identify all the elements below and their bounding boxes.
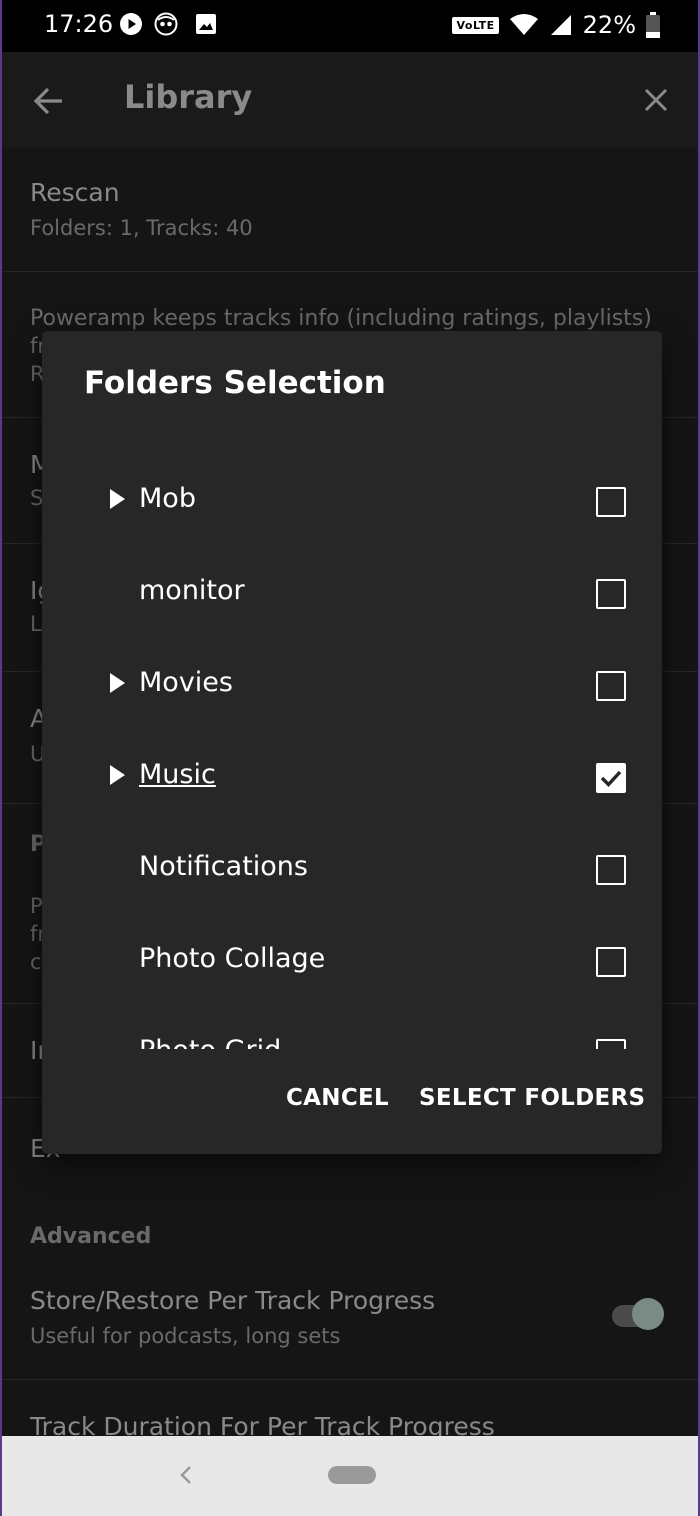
folder-checkbox[interactable]: [596, 947, 626, 977]
volte-badge: VoLTE: [452, 16, 499, 34]
folder-name[interactable]: Notifications: [139, 851, 308, 882]
folder-row[interactable]: Notifications: [42, 823, 662, 915]
status-bar: 17:26 VoLTE 22%: [2, 0, 698, 52]
folder-row[interactable]: monitor: [42, 547, 662, 639]
section-header-advanced: Advanced: [30, 1224, 152, 1249]
pref-title: Rescan: [30, 178, 120, 207]
folder-name[interactable]: Movies: [139, 667, 233, 698]
dialog-actions: CANCEL SELECT FOLDERS: [42, 1071, 662, 1131]
folder-checkbox[interactable]: [596, 579, 626, 609]
battery-percent: 22%: [582, 11, 636, 39]
pref-title: Store/Restore Per Track Progress: [30, 1286, 436, 1315]
app-notification-icon: [154, 12, 178, 36]
pref-description: P: [30, 894, 43, 918]
dialog-title: Folders Selection: [84, 365, 386, 401]
folder-row[interactable]: Music: [42, 731, 662, 823]
pref-rescan[interactable]: Rescan Folders: 1, Tracks: 40: [2, 148, 698, 272]
folder-name[interactable]: monitor: [139, 575, 245, 606]
folders-selection-dialog: Folders Selection Mob monitor Movies Music N…: [42, 331, 662, 1154]
pref-subtitle: Folders: 1, Tracks: 40: [30, 216, 253, 240]
folder-row[interactable]: Mob: [42, 455, 662, 547]
folder-row[interactable]: Photo Grid: [42, 1007, 662, 1049]
image-icon: [196, 14, 216, 34]
status-time: 17:26: [44, 10, 114, 38]
folder-checkbox[interactable]: [596, 487, 626, 517]
checkmark-icon: [600, 770, 622, 787]
nav-home-pill[interactable]: [328, 1466, 376, 1484]
pref-store-restore[interactable]: Store/Restore Per Track Progress Useful …: [2, 1262, 698, 1380]
cancel-button[interactable]: CANCEL: [286, 1085, 389, 1111]
folder-checkbox[interactable]: [596, 855, 626, 885]
folder-name[interactable]: Music: [139, 759, 216, 790]
nav-back-icon[interactable]: [178, 1464, 194, 1486]
pref-subtitle: Useful for podcasts, long sets: [30, 1324, 341, 1348]
expand-arrow-icon[interactable]: [110, 673, 125, 693]
play-icon: [120, 13, 142, 35]
status-right-group: VoLTE 22%: [452, 10, 660, 40]
folder-row[interactable]: Photo Collage: [42, 915, 662, 1007]
folder-name[interactable]: Mob: [139, 483, 196, 514]
progress-toggle[interactable]: [612, 1298, 664, 1330]
folder-name[interactable]: Photo Collage: [139, 943, 325, 974]
expand-arrow-icon[interactable]: [110, 765, 125, 785]
pref-subtitle: L: [30, 612, 42, 636]
toggle-knob: [632, 1298, 664, 1330]
folder-checkbox[interactable]: [596, 671, 626, 701]
navigation-bar: [2, 1436, 698, 1516]
back-arrow-icon[interactable]: [32, 84, 66, 118]
pref-track-duration[interactable]: Track Duration For Per Track Progress: [2, 1380, 698, 1441]
wifi-icon: [509, 14, 538, 35]
app-bar: Library: [2, 52, 698, 148]
close-icon[interactable]: [644, 88, 668, 112]
signal-icon: [550, 15, 571, 35]
folder-name[interactable]: Photo Grid: [139, 1035, 281, 1049]
pref-description-line3: c: [30, 950, 42, 974]
select-folders-button[interactable]: SELECT FOLDERS: [419, 1085, 645, 1111]
expand-arrow-icon[interactable]: [110, 489, 125, 509]
folder-row[interactable]: Movies: [42, 639, 662, 731]
folder-checkbox[interactable]: [596, 763, 626, 793]
folder-checkbox[interactable]: [596, 1039, 626, 1049]
page-title: Library: [124, 78, 253, 116]
battery-icon: [646, 12, 660, 38]
pref-description: Poweramp keeps tracks info (including ra…: [30, 306, 652, 331]
folder-list[interactable]: Mob monitor Movies Music Notifications Photo …: [42, 455, 662, 1049]
screen: 17:26 VoLTE 22% Library Rescan Folders: …: [0, 0, 700, 1516]
